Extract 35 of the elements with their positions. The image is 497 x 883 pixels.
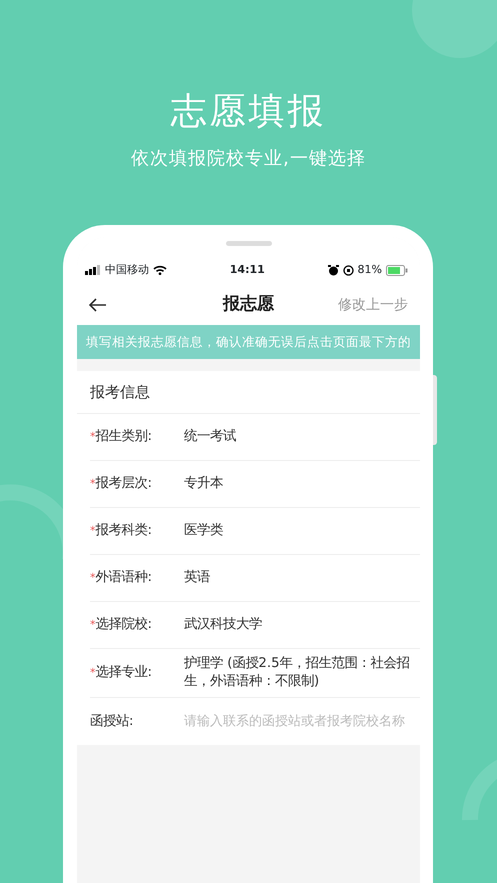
field-label: 函授站: <box>90 712 134 731</box>
field-label: 报考层次: <box>96 475 152 494</box>
input-field[interactable]: 请输入联系的函授站或者报考院校名称 <box>184 712 414 730</box>
field-label: 选择院校: <box>96 616 152 634</box>
required-asterisk: * <box>90 664 96 681</box>
field-label: 选择专业: <box>96 664 152 682</box>
field-label: 外语语种: <box>96 569 152 588</box>
carrier-name: 中国移动 <box>105 262 149 278</box>
battery-icon <box>386 264 408 276</box>
rotation-lock-icon <box>342 264 354 276</box>
wifi-icon <box>153 265 167 275</box>
section-title: 报考信息 <box>90 382 150 403</box>
headline: 志愿填报 <box>170 90 326 134</box>
notice-banner-text: 填写相关报志愿信息，确认准确无误后点击页面最下方的 <box>86 332 411 351</box>
field-value[interactable]: 医学类 <box>184 522 414 540</box>
field-value[interactable]: 武汉科技大学 <box>184 616 414 634</box>
signal-icon <box>85 265 101 275</box>
required-asterisk: * <box>90 522 96 539</box>
required-asterisk: * <box>90 570 96 586</box>
required-asterisk: * <box>90 476 96 492</box>
field-value[interactable]: 英语 <box>184 569 414 587</box>
field-label: 报考科类: <box>96 522 152 540</box>
required-asterisk: * <box>90 428 96 445</box>
clock-time: 14:11 <box>230 262 265 278</box>
field-label: 招生类别: <box>96 428 152 446</box>
battery-percentage: 81% <box>358 262 382 278</box>
speaker-slot <box>226 241 272 246</box>
page-title: 报志愿 <box>223 293 274 316</box>
required-asterisk: * <box>90 616 96 633</box>
alarm-icon <box>328 264 339 276</box>
subtitle: 依次填报院校专业,一键选择 <box>131 147 366 171</box>
back-arrow-icon[interactable] <box>89 298 107 312</box>
field-value[interactable]: 统一考试 <box>184 428 414 446</box>
field-value[interactable]: 护理学 (函授2.5年，招生范围：社会招生，外语语种：不限制) <box>184 655 414 691</box>
field-value[interactable]: 专升本 <box>184 475 414 493</box>
